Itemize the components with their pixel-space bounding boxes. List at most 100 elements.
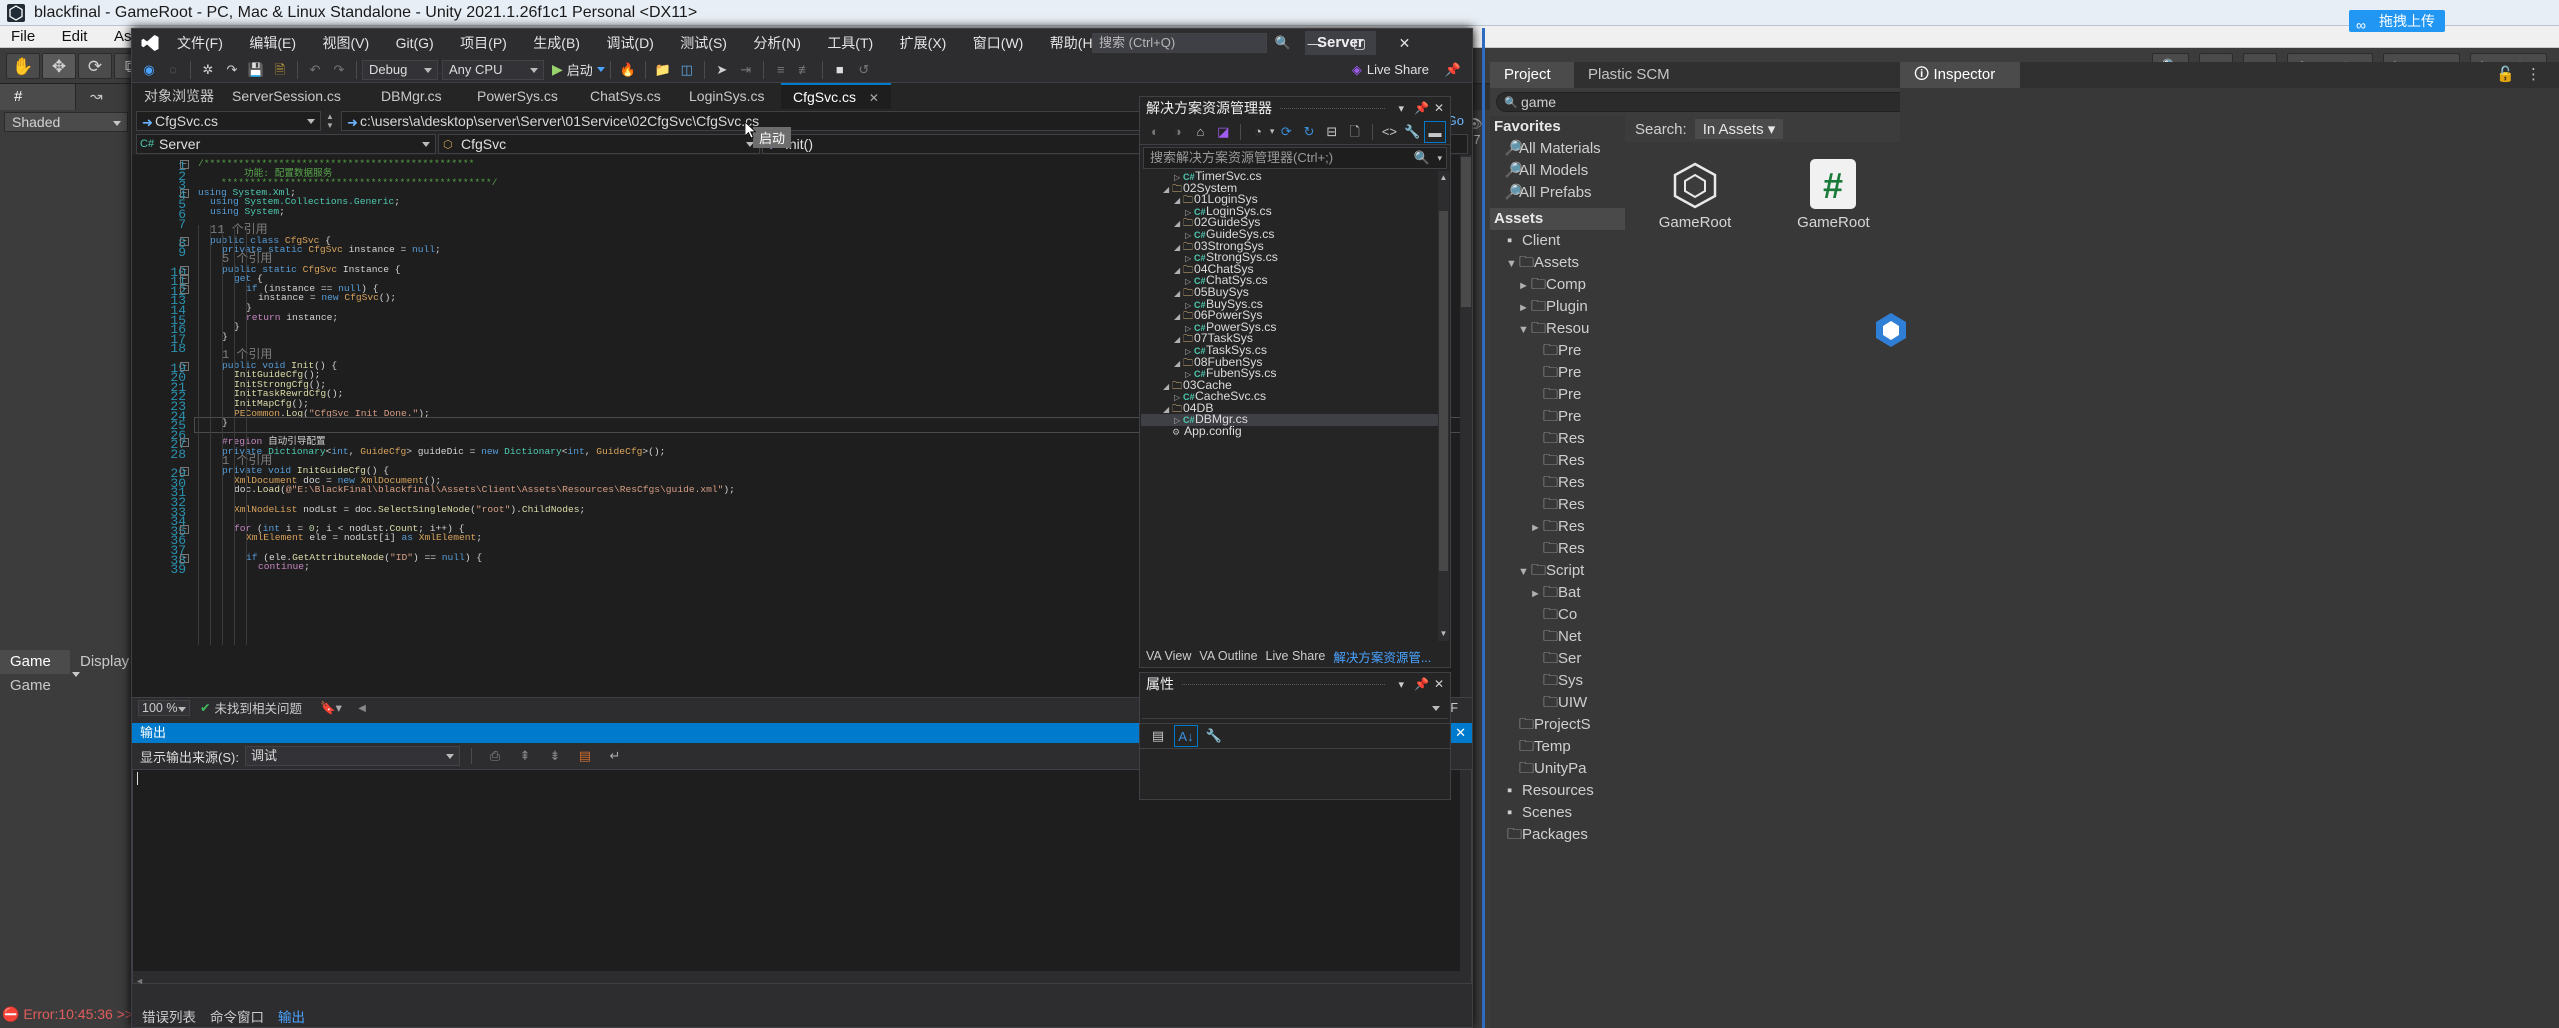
platform-dropdown[interactable]: Any CPU (442, 59, 544, 80)
fold-toggle-icon[interactable]: − (180, 265, 189, 275)
unity-asset-tree-rows[interactable]: ▪ Client ▼ 🗀Assets ► 🗀Comp ► 🗀Plugin ▼ 🗀Resou 🗀Pre… (1490, 230, 1625, 846)
fold-toggle-icon[interactable]: − (180, 467, 189, 477)
class-dropdown[interactable]: ⬡ CfgSvc (438, 134, 760, 154)
fold-toggle-icon[interactable]: − (180, 438, 189, 448)
scroll-down-icon[interactable]: ▼ (1439, 629, 1448, 639)
unity-tree-row[interactable]: 🗀Res (1490, 428, 1625, 450)
fold-toggle-icon[interactable]: − (180, 361, 189, 371)
vs-menu-edit[interactable]: 编辑(E) (238, 29, 307, 57)
unity-tree-row[interactable]: 🗀UnityPa (1490, 758, 1625, 780)
move-tool-icon[interactable]: ✥ (42, 53, 76, 79)
alphabetical-sort-icon[interactable]: A↓ (1174, 725, 1198, 747)
chevron-down-icon[interactable]: ◢ (1174, 334, 1183, 346)
unity-tree-row[interactable]: ▪ Resources (1490, 780, 1625, 802)
code-line[interactable]: } (194, 322, 240, 332)
refresh-icon[interactable]: ⟳ (1275, 121, 1297, 143)
chevron-down-icon[interactable]: ◢ (1174, 218, 1183, 230)
fold-toggle-icon[interactable]: − (180, 188, 189, 198)
chevron-down-icon[interactable]: ◢ (1174, 288, 1183, 300)
se-tree-row[interactable]: ▷ C#StrongSys.cs (1141, 251, 1438, 264)
se-tree-row[interactable]: ◢ 🗀01LoginSys (1141, 193, 1438, 206)
chevron-down-icon[interactable]: ◢ (1174, 311, 1183, 323)
code-line[interactable]: XmlNodeList nodLst = doc.SelectSingleNod… (194, 504, 585, 515)
se-tree-row[interactable]: ◢ 🗀07TaskSys (1141, 332, 1438, 346)
rotate-tool-icon[interactable]: ⟳ (78, 53, 112, 79)
pointer-icon[interactable]: ➤ (711, 59, 733, 81)
chevron-right-icon[interactable]: ▷ (1185, 230, 1194, 242)
chevron-down-icon[interactable]: ▼ (1518, 561, 1531, 583)
tab-inspector[interactable]: 🛈 Inspector (1900, 62, 2020, 88)
output-close-icon[interactable]: ✕ (1455, 723, 1466, 743)
se-tree-row[interactable]: ▷ C#PowerSys.cs (1141, 321, 1438, 334)
collapse-all-icon[interactable]: ⊟ (1321, 121, 1343, 143)
build-config-dropdown[interactable]: Debug (362, 59, 438, 80)
unity-menu-edit[interactable]: Edit (51, 26, 99, 48)
favorite-all-materials[interactable]: 🔎All Materials (1490, 138, 1625, 160)
se-tree-row[interactable]: ◢ 🗀03Cache (1141, 379, 1438, 392)
zoom-dropdown[interactable]: 100 % (138, 699, 190, 716)
hand-tool-icon[interactable]: ✋ (6, 53, 40, 79)
asset-gameroot-script[interactable]: # GameRoot (1781, 158, 1885, 231)
code-line[interactable]: XmlElement ele = nodLst[i] as XmlElement… (194, 533, 482, 543)
chevron-right-icon[interactable]: ► (1530, 517, 1543, 539)
clear-output-icon[interactable]: ⎙ (484, 745, 506, 767)
tab-serversession-cs[interactable]: ServerSession.cs (220, 83, 353, 109)
chevron-down-icon[interactable]: ◢ (1163, 404, 1172, 416)
chevron-down-icon[interactable]: ◢ (1174, 265, 1183, 277)
code-line[interactable]: public static CfgSvc Instance { (194, 264, 401, 275)
tab-chatsys-cs[interactable]: ChatSys.cs (578, 83, 673, 109)
unity-tree-row[interactable]: 🗀Sys (1490, 670, 1625, 692)
code-line[interactable]: return instance; (194, 312, 338, 323)
chevron-right-icon[interactable]: ▷ (1185, 346, 1194, 358)
se-tree-row[interactable]: ◢ 🗀04ChatSys (1141, 263, 1438, 277)
editor-scrollbar[interactable] (1460, 155, 1472, 697)
sync-icon[interactable]: ↻ (1298, 121, 1320, 143)
unity-tree-row[interactable]: ▼ 🗀Assets (1490, 252, 1625, 274)
tab-va-view[interactable]: VA View (1146, 649, 1191, 663)
se-tree-row[interactable]: ◢ 🗀08FubenSys (1141, 355, 1438, 368)
unity-tree-row[interactable]: ▪ Client (1490, 230, 1625, 252)
editor-scrollbar-thumb[interactable] (1461, 157, 1471, 307)
categorized-view-icon[interactable]: ▤ (1146, 725, 1170, 747)
asset-gameroot-prefab[interactable]: GameRoot (1643, 158, 1747, 231)
unity-tree-row[interactable]: ► 🗀Bat (1490, 582, 1625, 604)
preview-selected-icon[interactable]: ▬ (1424, 120, 1446, 143)
favorite-all-models[interactable]: 🔎All Models (1490, 160, 1625, 182)
unity-tree-row[interactable]: 🗀Pre (1490, 384, 1625, 406)
solution-view-icon[interactable]: ◪ (1212, 121, 1234, 143)
solution-explorer-scroll-thumb[interactable] (1439, 211, 1448, 571)
chevron-right-icon[interactable]: ► (1518, 297, 1531, 319)
vs-menu-file[interactable]: 文件(F) (166, 29, 234, 57)
search-icon[interactable]: 🔍 (1272, 33, 1294, 53)
output-source-dropdown[interactable]: 调试 (244, 746, 460, 766)
unity-tree-row[interactable]: ▼ 🗀Resou (1490, 318, 1625, 340)
properties-object-dropdown[interactable] (1142, 697, 1448, 719)
se-tree-row[interactable]: ◢ 🗀06PowerSys (1141, 309, 1438, 323)
unity-tree-row[interactable]: 🗀UIW (1490, 692, 1625, 714)
tab-error-list[interactable]: 错误列表 (142, 1006, 196, 1026)
stop-icon[interactable]: ■ (829, 59, 851, 81)
open-file-icon[interactable]: ↷ (221, 59, 243, 81)
output-text-area[interactable]: ◄ (132, 769, 1472, 986)
nav-stepper[interactable]: ▲ ▼ (323, 112, 337, 130)
code-line[interactable]: doc.Load(@"E:\BlackFinal\blackfinal\Asse… (194, 485, 735, 495)
unity-tree-row[interactable]: 🗀ProjectS (1490, 714, 1625, 736)
tab-loginsys-cs[interactable]: LoginSys.cs (677, 83, 776, 109)
code-line[interactable]: if (ele.GetAttributeNode("ID") == null) … (194, 552, 482, 563)
vs-search-input[interactable]: 搜索 (Ctrl+Q) (1092, 33, 1267, 53)
fold-toggle-icon[interactable]: − (180, 524, 189, 534)
unity-tree-row[interactable]: ► 🗀Res (1490, 516, 1625, 538)
unity-tree-row[interactable]: 🗀Res (1490, 472, 1625, 494)
live-share-button[interactable]: ◈ Live Share (1352, 62, 1429, 78)
se-tree-row[interactable]: ◢ 🗀03StrongSys (1141, 239, 1438, 252)
scroll-up-icon[interactable]: ▲ (1439, 173, 1448, 183)
vs-menu-git[interactable]: Git(G) (385, 29, 445, 57)
unity-tree-row[interactable]: 🗀Temp (1490, 736, 1625, 758)
se-tree-row[interactable]: ▷ C#ChatSys.cs (1141, 274, 1438, 287)
pin-icon[interactable]: 📌 (1414, 101, 1429, 115)
minimize-button[interactable]: — (1292, 29, 1337, 57)
fold-toggle-icon[interactable]: − (180, 236, 189, 246)
se-tree-row[interactable]: ◢ 🗀02System (1141, 181, 1438, 194)
push-pin-icon[interactable]: 📌 (1442, 59, 1464, 81)
unity-tree-row[interactable]: 🗀Pre (1490, 362, 1625, 384)
